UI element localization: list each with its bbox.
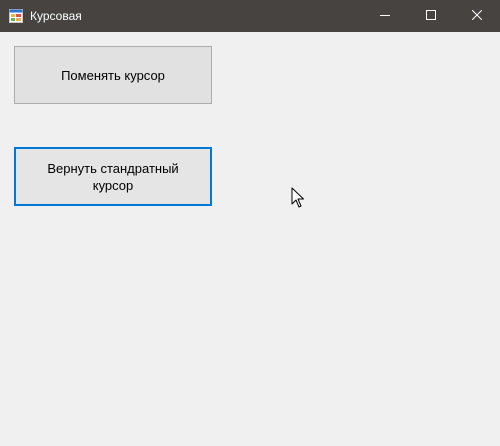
restore-default-cursor-button[interactable]: Вернуть стандратный курсор (14, 147, 212, 206)
title-bar[interactable]: Курсовая (0, 0, 500, 32)
form-client-area: Поменять курсор Вернуть стандратный курс… (0, 32, 500, 446)
minimize-button[interactable] (362, 0, 408, 32)
maximize-icon (426, 7, 436, 25)
change-cursor-button[interactable]: Поменять курсор (14, 46, 212, 104)
form-icon (9, 9, 23, 23)
close-button[interactable] (454, 0, 500, 32)
minimize-icon (380, 7, 390, 25)
maximize-button[interactable] (408, 0, 454, 32)
app-window: Курсовая Поменять курсор Вернуть стандра… (0, 0, 500, 446)
window-title: Курсовая (30, 9, 82, 23)
mouse-pointer-icon (291, 187, 305, 209)
close-icon (471, 7, 483, 25)
